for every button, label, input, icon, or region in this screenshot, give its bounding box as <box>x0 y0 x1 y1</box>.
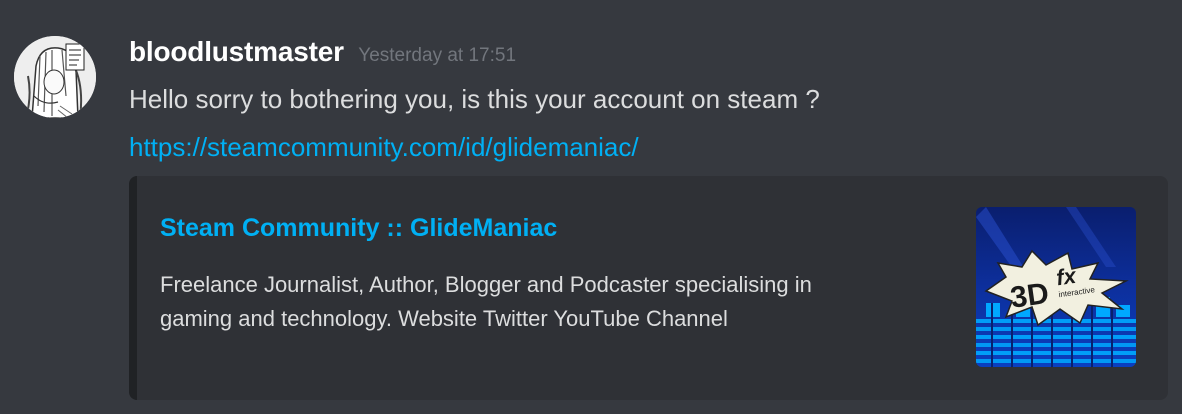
embed-description-line: gaming and technology. Website Twitter Y… <box>160 306 728 331</box>
message-header: bloodlustmaster Yesterday at 17:51 <box>129 36 516 68</box>
message-link[interactable]: https://steamcommunity.com/id/glidemania… <box>129 132 639 163</box>
embed-description-line: Freelance Journalist, Author, Blogger an… <box>160 272 812 297</box>
embed-thumbnail[interactable]: 3D fx interactive <box>976 207 1136 367</box>
3dfx-logo-image: 3D fx interactive <box>976 207 1136 367</box>
message-text: Hello sorry to bothering you, is this yo… <box>129 84 820 114</box>
chat-message: bloodlustmaster Yesterday at 17:51 Hello… <box>0 0 1182 414</box>
username[interactable]: bloodlustmaster <box>129 36 344 67</box>
embed-title[interactable]: Steam Community :: GlideManiac <box>160 214 557 243</box>
svg-text:3D: 3D <box>1008 277 1051 315</box>
timestamp: Yesterday at 17:51 <box>358 45 517 66</box>
avatar[interactable] <box>14 36 96 118</box>
link-embed: Steam Community :: GlideManiac Freelance… <box>129 176 1168 400</box>
avatar-image <box>14 36 96 118</box>
embed-description: Freelance Journalist, Author, Blogger an… <box>160 268 950 336</box>
